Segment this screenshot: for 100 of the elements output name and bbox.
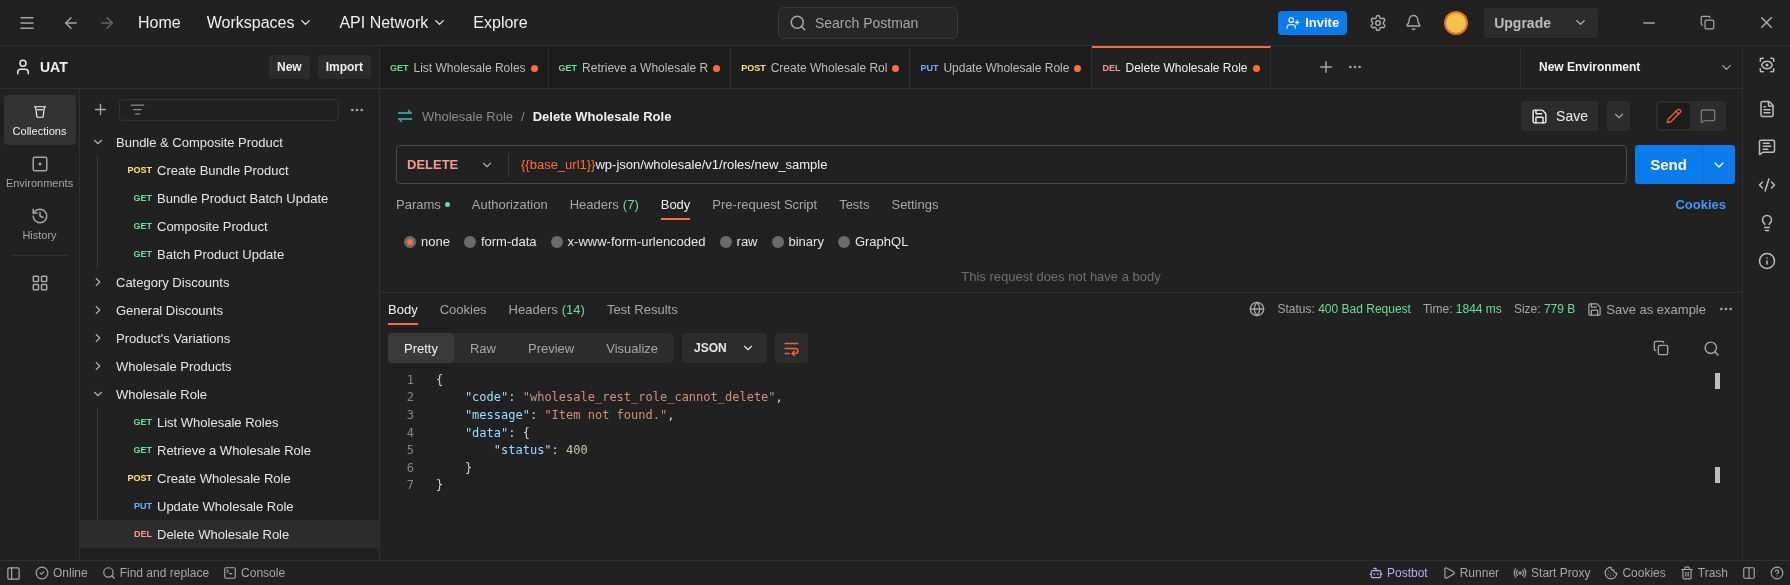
radio-button[interactable]: [837, 235, 850, 248]
request-section-tab[interactable]: Headers (7): [569, 193, 639, 220]
response-tab[interactable]: Headers (14): [508, 298, 585, 325]
swap-arrows-icon: [396, 108, 414, 124]
folder-row[interactable]: Bundle & Composite Product: [80, 128, 379, 156]
request-section-tab[interactable]: Authorization: [471, 193, 548, 220]
radio-label: GraphQL: [854, 234, 909, 249]
method-dropdown[interactable]: DELETE: [397, 152, 509, 177]
code-icon[interactable]: [1757, 176, 1776, 194]
radio-label: none: [421, 234, 450, 249]
nav-item[interactable]: Home: [128, 7, 191, 38]
radio-button[interactable]: [771, 235, 784, 248]
view-mode-tab[interactable]: Visualize: [590, 333, 675, 363]
search-field[interactable]: Search Postman: [777, 6, 958, 39]
pencil-icon[interactable]: [1658, 103, 1690, 129]
request-item[interactable]: PUT Update Wholesale Role: [80, 492, 379, 520]
nav-item[interactable]: Workspaces: [196, 7, 324, 38]
import-button[interactable]: Import: [317, 55, 371, 79]
filter-field[interactable]: [119, 98, 339, 121]
response-tab[interactable]: Body: [388, 298, 418, 325]
request-item[interactable]: GET Bundle Product Batch Update: [80, 184, 379, 212]
status-bar-item[interactable]: Runner: [1441, 566, 1500, 580]
request-item[interactable]: DEL Delete Wholesale Role: [80, 520, 379, 548]
breadcrumb-parent[interactable]: Wholesale Role: [422, 108, 514, 124]
folder-row[interactable]: Wholesale Role: [80, 380, 379, 408]
request-tab[interactable]: GET List Wholesale Roles: [380, 46, 549, 88]
scrollbar-thumb[interactable]: [1715, 373, 1720, 389]
info-icon[interactable]: [1757, 252, 1776, 270]
cookies-link[interactable]: Cookies: [1675, 197, 1726, 220]
radio-label: raw: [736, 234, 758, 249]
document-icon[interactable]: [1757, 100, 1776, 118]
radio-button[interactable]: [404, 235, 416, 248]
url-bar[interactable]: DELETE {{base_url1}}wp-json/wholesale/v1/roles/new_sample: [396, 145, 1627, 184]
request-tab[interactable]: DEL Delete Wholesale Role: [1092, 46, 1271, 88]
scrollbar-thumb[interactable]: [1715, 467, 1720, 483]
tab-title: Create Wholesale Rol: [770, 61, 888, 75]
rail-item[interactable]: History: [3, 199, 76, 249]
status-bar-item[interactable]: Trash: [1679, 566, 1728, 580]
view-mode-tab[interactable]: Raw: [453, 333, 512, 363]
code-line: "status": 400: [492, 443, 588, 458]
request-item[interactable]: POST Create Wholesale Role: [80, 464, 379, 492]
folder-row[interactable]: Product's Variations: [80, 324, 379, 352]
request-item[interactable]: GET Composite Product: [80, 212, 379, 240]
response-tab[interactable]: Cookies: [439, 298, 487, 325]
request-section-tab[interactable]: Settings: [891, 193, 939, 220]
request-name: List Wholesale Roles: [157, 414, 279, 430]
request-tab[interactable]: POST Create Wholesale Rol: [731, 46, 911, 88]
line-number: 7: [405, 478, 414, 493]
view-mode-tab[interactable]: Preview: [512, 333, 591, 363]
method-label: GET: [132, 193, 152, 203]
method-label: POST: [126, 165, 152, 175]
status-bar-item[interactable]: Console: [223, 566, 286, 580]
request-section-tab[interactable]: Tests: [839, 193, 870, 220]
request-item[interactable]: GET List Wholesale Roles: [80, 408, 379, 436]
request-item[interactable]: GET Batch Product Update: [80, 240, 379, 268]
radio-button[interactable]: [463, 235, 476, 248]
new-button[interactable]: New: [268, 55, 310, 79]
request-section-tab[interactable]: Body: [660, 193, 691, 220]
globe-icon[interactable]: [1249, 301, 1266, 317]
request-tab[interactable]: PUT Update Wholesale Role: [910, 46, 1093, 88]
avatar[interactable]: [1444, 10, 1469, 35]
comment-icon[interactable]: [1757, 138, 1776, 156]
request-title: Delete Wholesale Role: [532, 108, 672, 124]
sidebar-toggle-icon[interactable]: [6, 565, 21, 581]
tab-title: Update Wholesale Role: [943, 61, 1070, 75]
save-example-button[interactable]: Save as example: [1587, 301, 1706, 317]
folder-row[interactable]: General Discounts: [80, 296, 379, 324]
status-bar-item[interactable]: Cookies: [1604, 566, 1666, 580]
request-item[interactable]: GET Retrieve a Wholesale Role: [80, 436, 379, 464]
environment-selector[interactable]: New Environment: [1520, 46, 1742, 88]
request-tab[interactable]: GET Retrieve a Wholesale R: [548, 46, 732, 88]
rail-item[interactable]: Environments: [3, 147, 76, 197]
invite-button[interactable]: Invite: [1278, 10, 1348, 35]
nav-item[interactable]: Explore: [463, 7, 538, 38]
status-bar-item[interactable]: Postbot: [1369, 566, 1428, 580]
radio-button[interactable]: [550, 235, 563, 248]
status-bar-item[interactable]: Online: [35, 566, 88, 580]
radio-button[interactable]: [719, 235, 732, 248]
help-icon[interactable]: [1770, 566, 1784, 580]
method-label: PUT: [920, 63, 939, 73]
status-bar-item[interactable]: Start Proxy: [1513, 566, 1591, 580]
status-bar-item[interactable]: Find and replace: [101, 566, 210, 580]
columns-icon[interactable]: [1742, 566, 1756, 580]
view-mode-tab[interactable]: Pretty: [388, 333, 454, 363]
search-icon: [788, 13, 807, 32]
save-button[interactable]: Save: [1521, 101, 1598, 131]
wrap-icon[interactable]: [774, 333, 808, 363]
folder-row[interactable]: Category Discounts: [80, 268, 379, 296]
request-section-tab[interactable]: Params: [396, 193, 450, 220]
nav-item[interactable]: API Network: [329, 7, 458, 38]
request-section-tab[interactable]: Pre-request Script: [712, 193, 818, 220]
folder-row[interactable]: Wholesale Products: [80, 352, 379, 380]
filter-icon: [130, 102, 145, 117]
upgrade-button[interactable]: Upgrade: [1484, 7, 1598, 38]
rail-item[interactable]: Collections: [3, 95, 76, 145]
format-dropdown[interactable]: JSON: [682, 333, 767, 363]
request-item[interactable]: POST Create Bundle Product: [80, 156, 379, 184]
eye-icon[interactable]: [1757, 56, 1776, 74]
response-tab[interactable]: Test Results: [606, 298, 678, 325]
robot-icon: [1369, 566, 1383, 580]
